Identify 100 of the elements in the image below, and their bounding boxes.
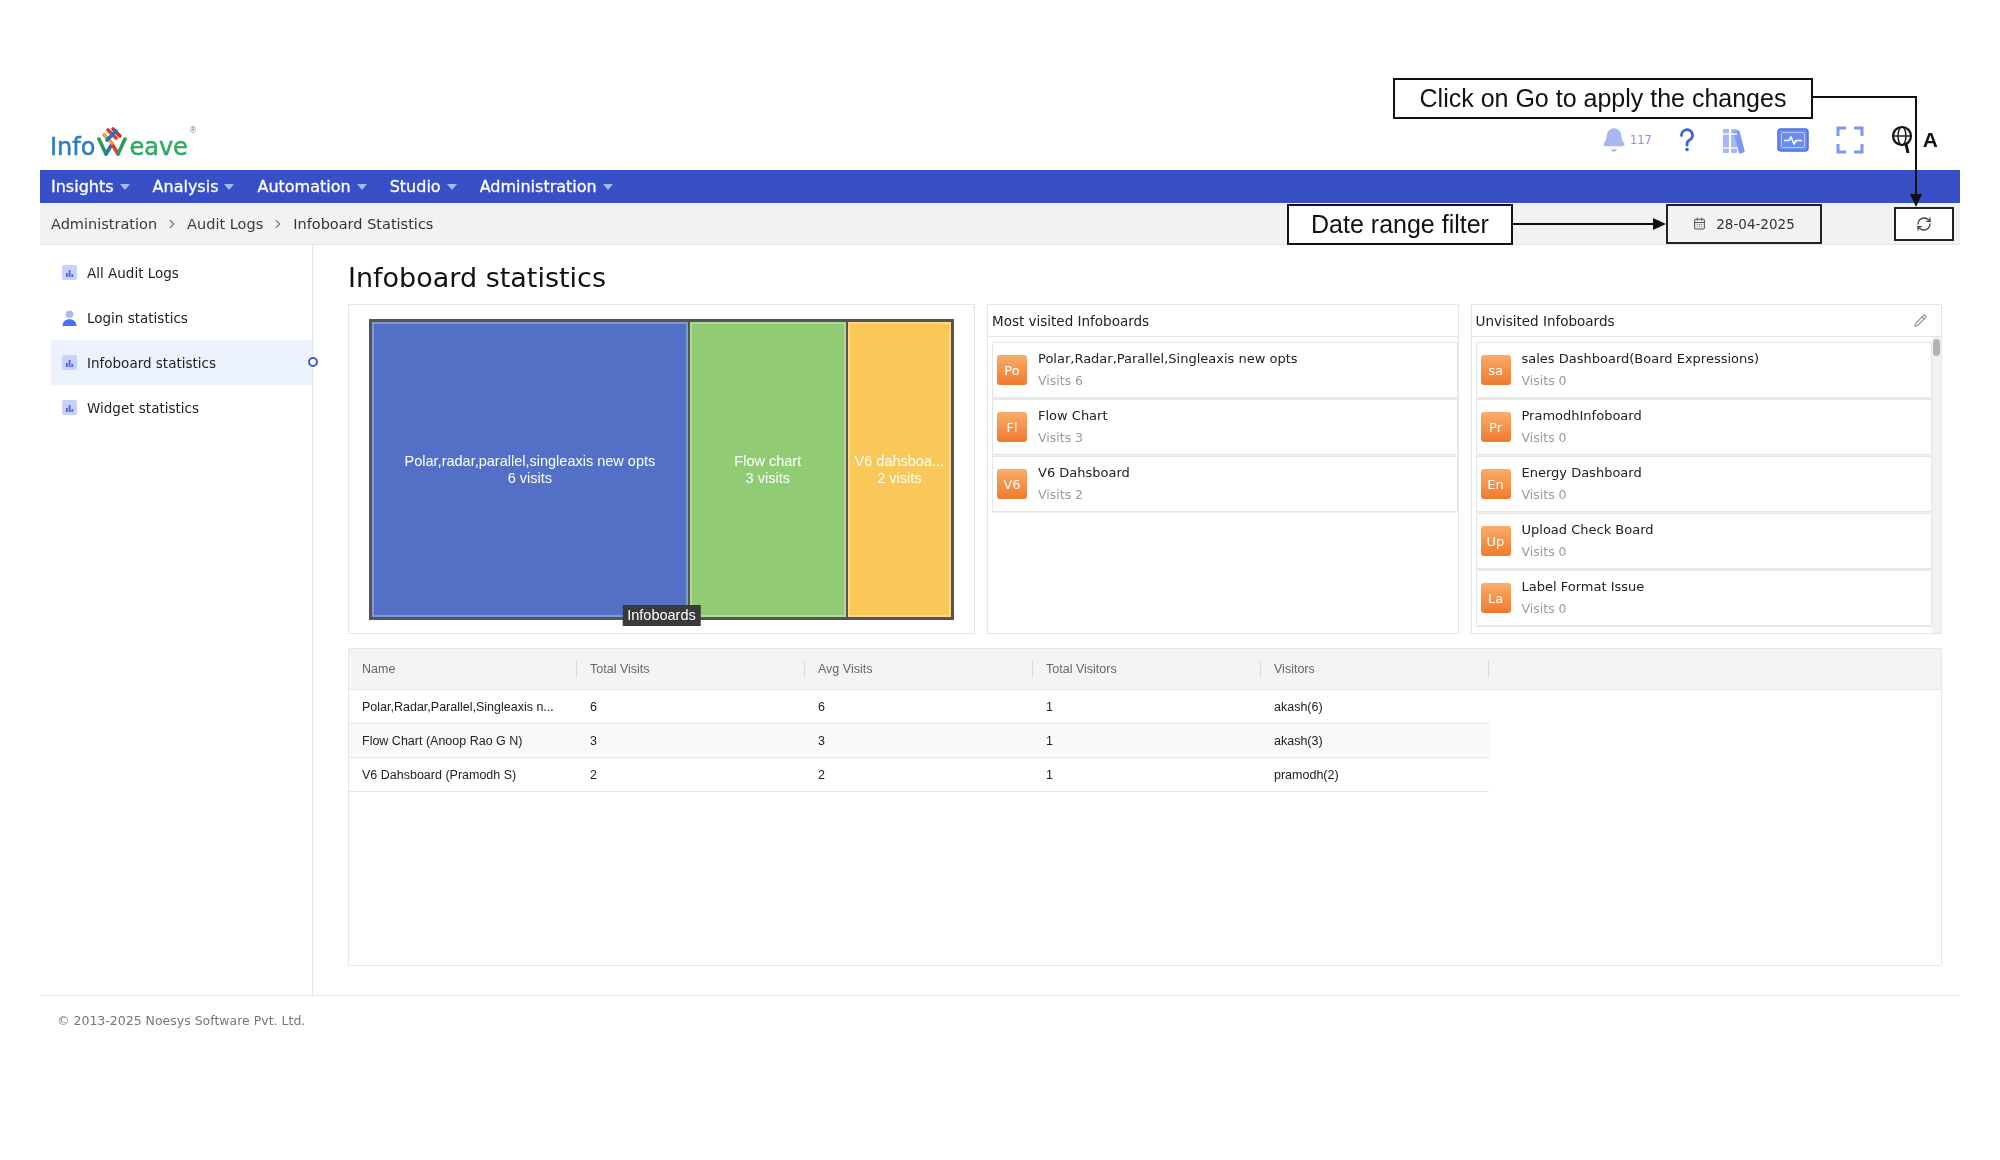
date-range-field[interactable]: 28-04-2025 <box>1666 203 1822 244</box>
initials-avatar: La <box>1480 583 1511 613</box>
tile-name: Flow chart <box>734 452 802 470</box>
visit-count: Visits 0 <box>1521 430 1568 446</box>
trademark-mark: ® <box>188 126 197 135</box>
nav-menu[interactable]: Analysis <box>152 170 235 203</box>
monitor-pulse-icon[interactable] <box>1776 127 1809 152</box>
sidebar-item[interactable]: Infoboard statistics <box>51 340 312 385</box>
infoboard-name: Flow Chart <box>1038 408 1108 424</box>
table-cell-text: 6 <box>817 698 826 716</box>
column-header[interactable]: Visitors <box>1261 649 1489 689</box>
callout-label: Date range filter <box>1287 204 1513 245</box>
sidebar-item[interactable]: Login statistics <box>51 295 312 340</box>
scrollbar-thumb[interactable] <box>1933 339 1940 356</box>
visit-count: Visits 0 <box>1521 601 1568 617</box>
breadcrumb-link[interactable]: Administration <box>51 215 158 232</box>
column-header[interactable]: Name <box>349 649 577 689</box>
selection-ring-icon <box>308 357 318 367</box>
initials-avatar: Pr <box>1480 412 1511 442</box>
table-cell-text: 3 <box>817 732 826 750</box>
tile-name: V6 dahsboa... <box>854 452 945 470</box>
table-cell-text: akash(6) <box>1273 698 1324 716</box>
infoboard-name: Upload Check Board <box>1521 522 1654 538</box>
initials-avatar: sa <box>1480 355 1511 385</box>
callout-label: Click on Go to apply the changes <box>1393 78 1813 119</box>
infoboard-item[interactable]: Pr PramodhInfoboard Visits 0 <box>1475 399 1932 455</box>
infoboard-item[interactable]: Po Polar,Radar,Parallel,Singleaxis new opts Visits 6 <box>992 342 1458 398</box>
infoboard-name: Polar,Radar,Parallel,Singleaxis new opts <box>1038 351 1298 367</box>
infoboard-name: PramodhInfoboard <box>1521 408 1642 424</box>
sidebar-item[interactable]: Widget statistics <box>51 385 312 430</box>
caret-down-icon <box>446 183 457 190</box>
tile-name: Polar,radar,parallel,singleaxis new opts <box>404 452 656 470</box>
logo-text: eave <box>129 134 188 160</box>
tile-visits: 3 visits <box>745 469 790 487</box>
globe-magnifier-icon[interactable] <box>1890 125 1913 154</box>
panel-title: Most visited Infoboards <box>992 312 1150 329</box>
notification-count: 117 <box>1629 132 1652 147</box>
initials-avatar: Po <box>997 355 1027 385</box>
caret-down-icon <box>602 183 613 190</box>
table-cell-text: 1 <box>1045 698 1054 716</box>
current-page-text: Infoboard Statistics <box>293 215 434 232</box>
table-cell-text: 1 <box>1045 766 1054 784</box>
visit-count: Visits 0 <box>1521 487 1568 503</box>
logo-text: Info <box>50 134 96 160</box>
visit-count: Visits 0 <box>1521 373 1568 389</box>
table-cell-text: pramodh(2) <box>1273 766 1340 784</box>
infoboard-name: Energy Dashboard <box>1521 465 1642 481</box>
infoboard-name: Label Format Issue <box>1521 579 1645 595</box>
refresh-icon <box>1916 215 1932 232</box>
infoboard-name: V6 Dahsboard <box>1038 465 1130 481</box>
column-header[interactable]: Total Visitors <box>1033 649 1261 689</box>
infoboard-item[interactable]: En Energy Dashboard Visits 0 <box>1475 456 1932 512</box>
infoboard-item[interactable]: Fl Flow Chart Visits 3 <box>992 399 1458 455</box>
refresh-button[interactable] <box>1894 206 1954 241</box>
visit-count: Visits 3 <box>1038 430 1085 446</box>
infoboard-item[interactable]: La Label Format Issue Visits 0 <box>1475 570 1932 626</box>
infoboard-item[interactable]: sa sales Dashboard(Board Expressions) Visits 0 <box>1475 342 1932 398</box>
table-cell-text: V6 Dahsboard (Pramodh S) <box>361 766 518 784</box>
tile-visits: 6 visits <box>507 469 553 487</box>
bar-chart-icon <box>62 400 77 415</box>
tile-visits: 2 visits <box>877 469 922 487</box>
bar-chart-icon <box>62 355 77 370</box>
user-label[interactable]: A <box>1922 127 1938 152</box>
visit-count: Visits 0 <box>1521 544 1568 560</box>
nav-menu[interactable]: Insights <box>51 170 130 203</box>
column-header[interactable]: Total Visits <box>577 649 805 689</box>
table-cell-text: akash(3) <box>1273 732 1324 750</box>
initials-avatar: En <box>1480 469 1511 499</box>
nav-menu[interactable]: Studio <box>389 170 457 203</box>
table-cell-text: 2 <box>817 766 826 784</box>
bar-chart-icon <box>62 265 77 280</box>
table-cell-text: 6 <box>589 698 598 716</box>
table-cell-text: 3 <box>589 732 598 750</box>
caret-down-icon <box>119 183 130 190</box>
breadcrumb-link[interactable]: Audit Logs <box>187 215 264 232</box>
sidebar-item[interactable]: All Audit Logs <box>51 250 312 295</box>
help-icon[interactable] <box>1678 127 1695 152</box>
infoboard-item[interactable]: V6 V6 Dahsboard Visits 2 <box>992 456 1458 512</box>
caret-down-icon <box>356 183 367 190</box>
scrollbar-track[interactable] <box>1932 337 1941 633</box>
table-cell-text: 1 <box>1045 732 1054 750</box>
infoboard-name: sales Dashboard(Board Expressions) <box>1521 351 1760 367</box>
copyright-text: © 2013-2025 Noesys Software Pvt. Ltd. <box>57 1013 306 1028</box>
fullscreen-icon[interactable] <box>1835 125 1864 154</box>
initials-avatar: Fl <box>997 412 1027 442</box>
nav-menu[interactable]: Automation <box>257 170 367 203</box>
initials-avatar: V6 <box>997 469 1027 499</box>
user-icon <box>62 309 77 326</box>
caret-down-icon <box>224 183 235 190</box>
table-cell-text: Flow Chart (Anoop Rao G N) <box>361 732 524 750</box>
table-cell-text: Polar,Radar,Parallel,Singleaxis n... <box>361 698 555 716</box>
page-title: Infoboard statistics <box>348 261 606 294</box>
visit-count: Visits 2 <box>1038 487 1085 503</box>
panel-title: Unvisited Infoboards <box>1475 312 1615 329</box>
column-header[interactable]: Avg Visits <box>805 649 1033 689</box>
table-cell-text: 2 <box>589 766 598 784</box>
nav-menu[interactable]: Administration <box>479 170 613 203</box>
infoboard-item[interactable]: Up Upload Check Board Visits 0 <box>1475 513 1932 569</box>
pencil-icon[interactable] <box>1914 314 1927 327</box>
visit-count: Visits 6 <box>1038 373 1085 389</box>
